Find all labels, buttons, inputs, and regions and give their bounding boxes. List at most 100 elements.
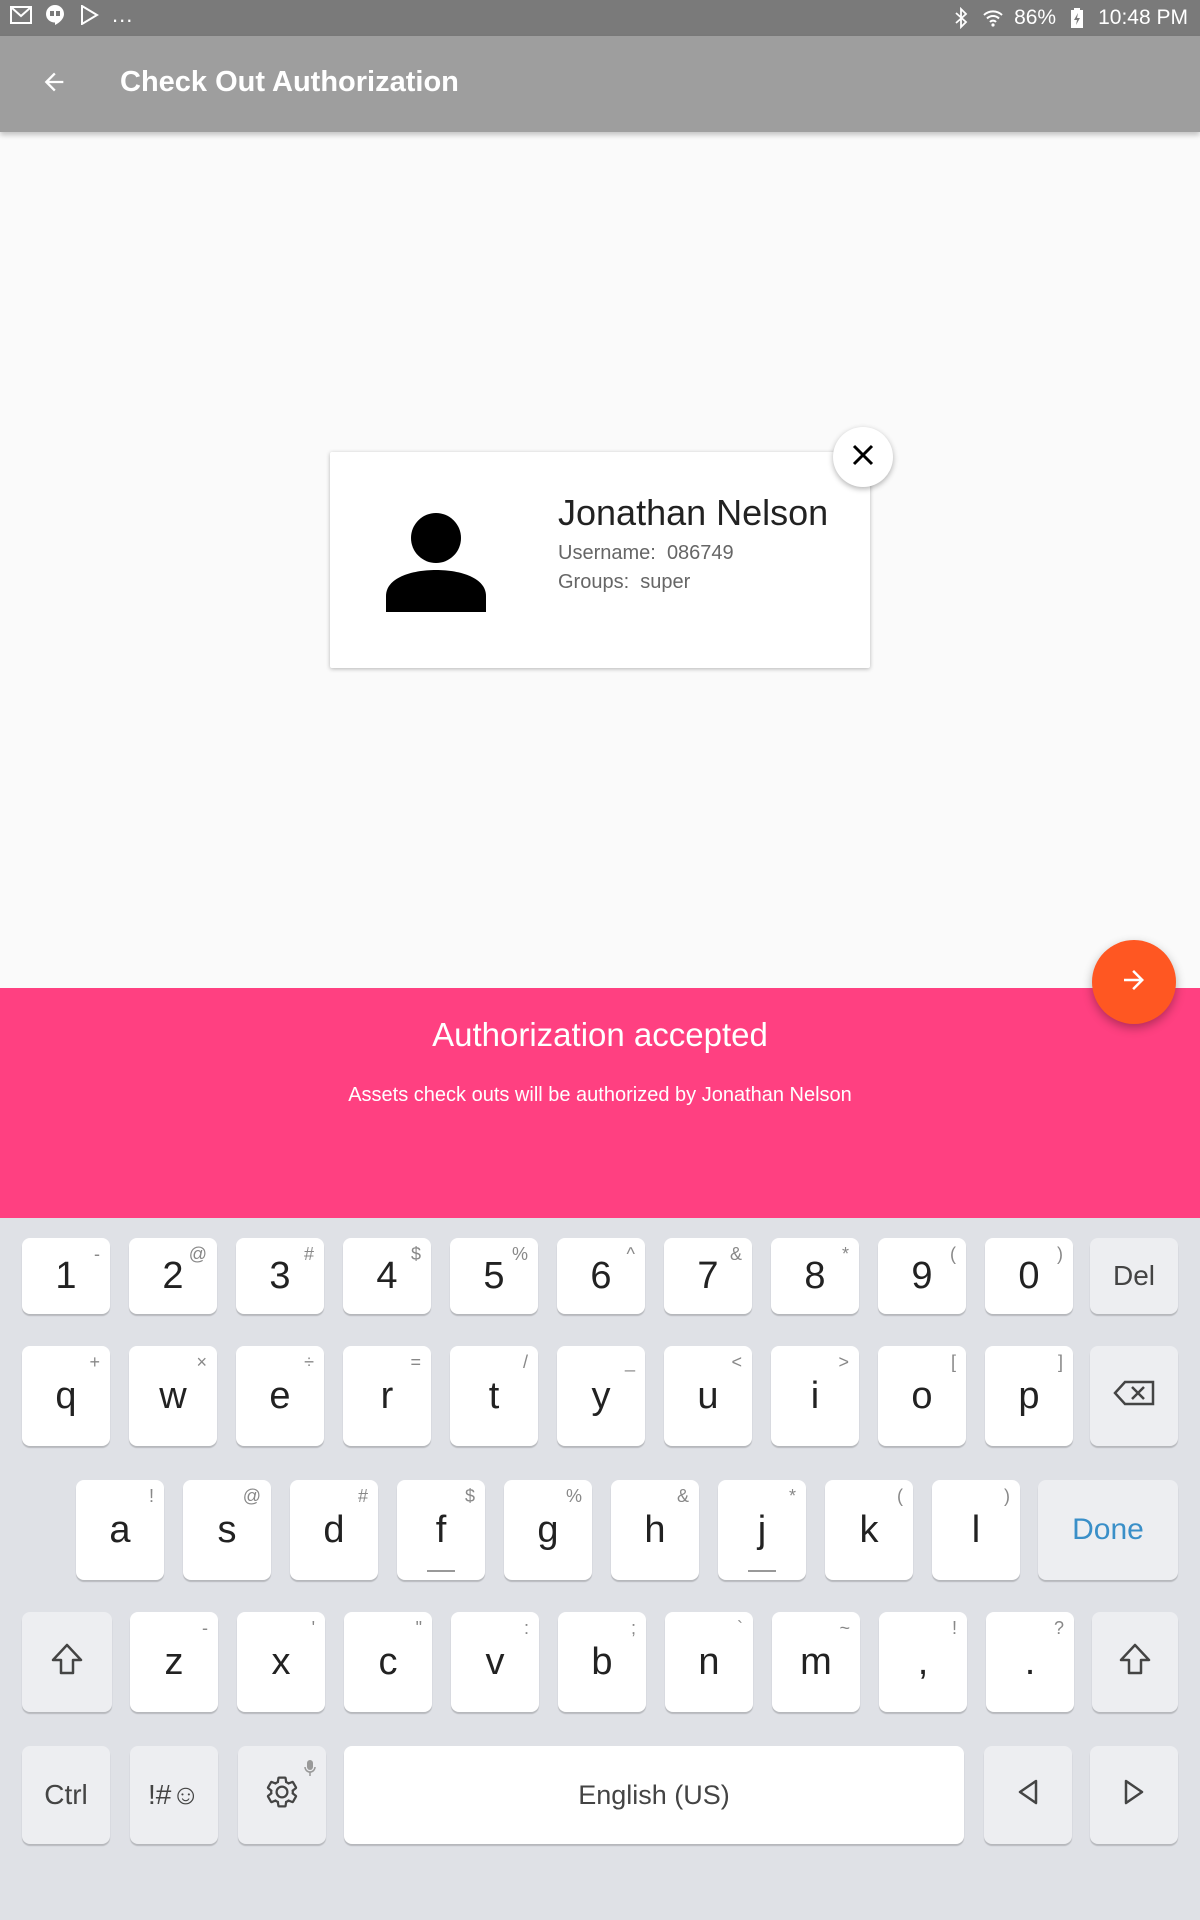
key-hint: !: [148, 1486, 154, 1506]
key-row2-9[interactable]: p]: [985, 1346, 1073, 1446]
status-bar-system: 86% 10:48 PM: [950, 0, 1188, 36]
key-shift-right[interactable]: [1092, 1612, 1178, 1712]
key-row1-7[interactable]: 8 *: [771, 1238, 859, 1314]
gmail-icon: [10, 4, 32, 26]
key-hint: *: [841, 1244, 849, 1264]
key-row4-6[interactable]: m ~: [772, 1612, 860, 1712]
status-bar-notifications: ...: [10, 4, 133, 26]
battery-charging-icon: [1066, 7, 1088, 29]
key-label: 4: [376, 1255, 398, 1297]
key-cursor-left[interactable]: [984, 1746, 1072, 1844]
key-row4-8[interactable]: .?: [986, 1612, 1074, 1712]
key-hint: ?: [1053, 1618, 1064, 1638]
key-row2-4[interactable]: t /: [450, 1346, 538, 1446]
key-label: j: [757, 1509, 767, 1551]
key-row4-5[interactable]: n `: [665, 1612, 753, 1712]
key-row1-8[interactable]: 9(: [878, 1238, 966, 1314]
key-label: d: [323, 1509, 345, 1551]
key-hint: ]: [1057, 1352, 1063, 1372]
key-done-label: Done: [1072, 1513, 1144, 1546]
key-row1-5[interactable]: 6 ^: [557, 1238, 645, 1314]
key-label: k: [859, 1509, 879, 1551]
key-hint: @: [188, 1244, 207, 1264]
key-hint: &: [729, 1244, 742, 1264]
key-hint: :: [523, 1618, 529, 1638]
key-row3-6[interactable]: j *: [718, 1480, 806, 1580]
key-row4-2[interactable]: c ": [344, 1612, 432, 1712]
key-hint: @: [242, 1486, 261, 1506]
key-row4-7[interactable]: ,!: [879, 1612, 967, 1712]
key-row3-3[interactable]: f $: [397, 1480, 485, 1580]
key-row1-3[interactable]: 4 $: [343, 1238, 431, 1314]
key-cursor-right[interactable]: [1090, 1746, 1178, 1844]
key-row2-5[interactable]: y _: [557, 1346, 645, 1446]
groups-label: Groups:: [558, 571, 630, 593]
key-row1-1[interactable]: 2 @: [129, 1238, 217, 1314]
key-row1-0[interactable]: 1-: [22, 1238, 110, 1314]
key-row3-4[interactable]: g%: [504, 1480, 592, 1580]
key-row2-6[interactable]: u <: [664, 1346, 752, 1446]
key-hint: ~: [839, 1618, 850, 1638]
key-row2-1[interactable]: w ×: [129, 1346, 217, 1446]
key-hint: #: [357, 1486, 368, 1506]
triangle-right-icon: [1123, 1778, 1145, 1813]
key-symbols[interactable]: !#☺: [130, 1746, 218, 1844]
key-row4-4[interactable]: b;: [558, 1612, 646, 1712]
key-hint: #: [303, 1244, 314, 1264]
key-symbols-label: !#☺: [148, 1779, 200, 1810]
key-space[interactable]: English (US): [344, 1746, 964, 1844]
key-label: h: [644, 1509, 666, 1551]
key-row4-3[interactable]: v:: [451, 1612, 539, 1712]
arrow-back-icon: [40, 68, 68, 101]
key-row1-9[interactable]: 0): [985, 1238, 1073, 1314]
key-row3-5[interactable]: h &: [611, 1480, 699, 1580]
key-hint: +: [89, 1352, 100, 1372]
banner-message: Assets check outs will be authorized by …: [348, 1084, 852, 1106]
key-label: q: [55, 1375, 77, 1417]
key-label: t: [488, 1375, 500, 1417]
key-hint: `: [737, 1618, 743, 1638]
key-row2-3[interactable]: r =: [343, 1346, 431, 1446]
key-row3-8[interactable]: l): [932, 1480, 1020, 1580]
key-label: a: [109, 1509, 131, 1551]
key-row1-6[interactable]: 7 &: [664, 1238, 752, 1314]
key-row4-1[interactable]: x ': [237, 1612, 325, 1712]
key-del[interactable]: Del: [1090, 1238, 1178, 1314]
remove-user-button[interactable]: [833, 427, 893, 487]
wifi-icon: [982, 7, 1004, 29]
key-hint: =: [410, 1352, 421, 1372]
key-row1-2[interactable]: 3 #: [236, 1238, 324, 1314]
next-fab-button[interactable]: [1092, 940, 1176, 1024]
key-row2-8[interactable]: o[: [878, 1346, 966, 1446]
key-ctrl[interactable]: Ctrl: [22, 1746, 110, 1844]
key-row4-0[interactable]: z-: [130, 1612, 218, 1712]
bluetooth-icon: [950, 7, 972, 29]
key-hint: ': [311, 1618, 315, 1638]
groups-value: super: [640, 571, 691, 593]
key-row3-0[interactable]: a!: [76, 1480, 164, 1580]
back-button[interactable]: [30, 60, 78, 108]
key-row2-2[interactable]: e ÷: [236, 1346, 324, 1446]
key-hint: $: [464, 1486, 475, 1506]
banner-title: Authorization accepted: [432, 1016, 768, 1053]
key-hint: *: [788, 1486, 796, 1506]
on-screen-keyboard: 1-2 @3 #4 $5% 6 ^ 7 & 8 * 9(0) Del q + w × e ÷ r = t / y _ u < i…: [0, 1218, 1200, 1920]
key-row3-7[interactable]: k(: [825, 1480, 913, 1580]
key-row1-4[interactable]: 5%: [450, 1238, 538, 1314]
close-icon: [851, 443, 875, 472]
gear-icon: [264, 1774, 300, 1817]
key-settings[interactable]: [238, 1746, 326, 1844]
key-backspace[interactable]: [1090, 1346, 1178, 1446]
key-row3-1[interactable]: s @: [183, 1480, 271, 1580]
key-label: 3: [269, 1255, 291, 1297]
home-row-marker: [427, 1570, 455, 1572]
key-row2-7[interactable]: i >: [771, 1346, 859, 1446]
key-label: x: [271, 1641, 291, 1683]
key-row2-0[interactable]: q +: [22, 1346, 110, 1446]
key-row3-2[interactable]: d #: [290, 1480, 378, 1580]
user-card: Jonathan Nelson Username: 086749 Groups:…: [330, 452, 870, 668]
key-label: y: [591, 1375, 611, 1417]
key-label: f: [435, 1509, 447, 1551]
key-done[interactable]: Done: [1038, 1480, 1178, 1580]
key-shift-left[interactable]: [22, 1612, 112, 1712]
